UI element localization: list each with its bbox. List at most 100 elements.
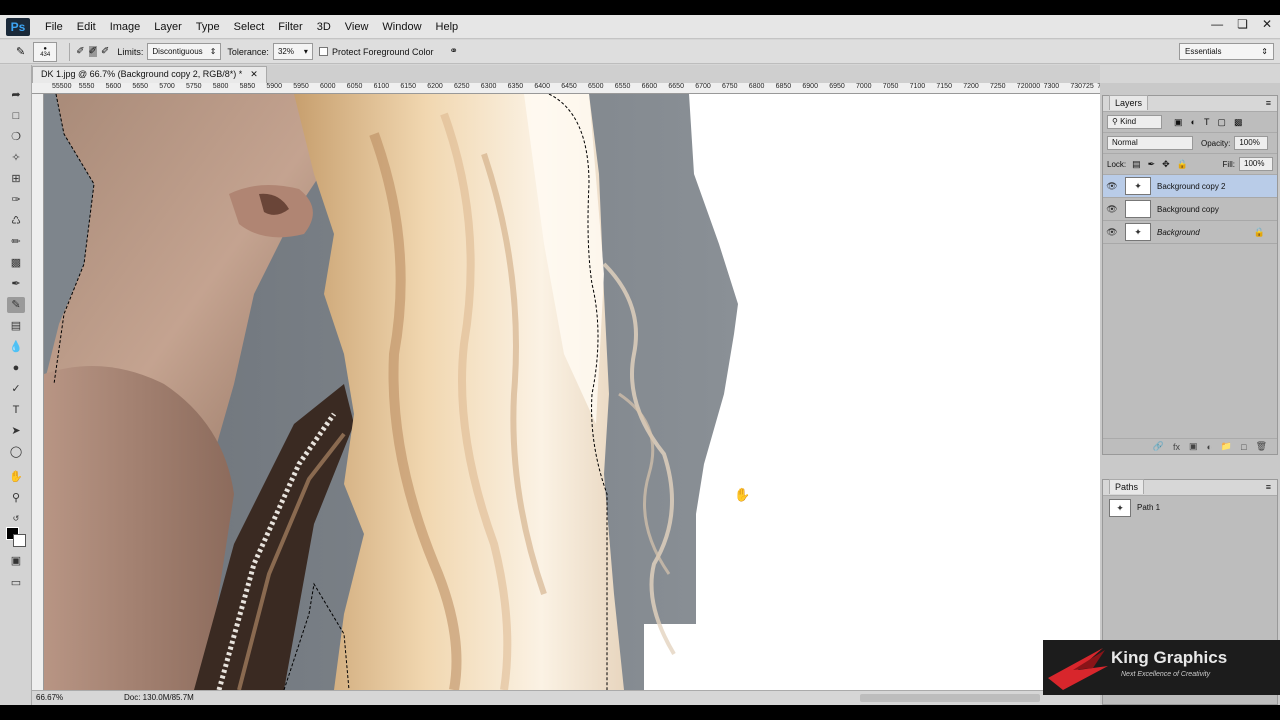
pressure-tablet-icon[interactable]: ⚭ bbox=[450, 46, 458, 57]
pen-tool-icon[interactable]: ✓ bbox=[7, 381, 25, 397]
background-color-swatch[interactable] bbox=[13, 534, 26, 547]
close-tab-icon[interactable]: ✕ bbox=[250, 69, 258, 81]
document-canvas[interactable]: ✋ bbox=[44, 94, 1100, 690]
kind-filter-select[interactable]: ⚲ Kind bbox=[1107, 115, 1162, 129]
blur-tool-icon[interactable]: 💧 bbox=[7, 339, 25, 355]
ruler-tick-label: 6800 bbox=[748, 83, 765, 90]
blend-mode-select[interactable]: Normal bbox=[1107, 136, 1193, 150]
photo-layer bbox=[44, 94, 738, 690]
fx-icon[interactable]: fx bbox=[1173, 442, 1180, 452]
history-brush-tool-icon[interactable]: ✒ bbox=[7, 276, 25, 292]
move-tool-icon[interactable]: ➦ bbox=[7, 87, 25, 103]
eraser-tool-icon[interactable]: ✎ bbox=[7, 297, 25, 313]
menu-select[interactable]: Select bbox=[227, 21, 272, 33]
ruler-tick-label: 5550 bbox=[78, 83, 95, 90]
document-size[interactable]: Doc: 130.0M/85.7M bbox=[124, 693, 194, 702]
type-tool-icon[interactable]: T bbox=[7, 402, 25, 418]
watermark-title: King Graphics bbox=[1111, 648, 1228, 667]
sampling-swatch-icon[interactable]: ✐ bbox=[101, 46, 109, 57]
menu-filter[interactable]: Filter bbox=[271, 21, 309, 33]
zoom-tool-icon[interactable]: ⚲ bbox=[7, 490, 25, 506]
clone-stamp-tool-icon[interactable]: ▩ bbox=[7, 255, 25, 271]
menu-view[interactable]: View bbox=[338, 21, 376, 33]
chevron-updown-icon: ⇕ bbox=[209, 47, 217, 56]
protect-foreground-checkbox[interactable] bbox=[318, 47, 328, 56]
lasso-tool-icon[interactable]: ❍ bbox=[7, 129, 25, 145]
adjustment-layer-icon[interactable]: ◐ bbox=[1206, 442, 1211, 452]
lock-options-icons[interactable]: ▤✒✥🔒 bbox=[1132, 159, 1195, 170]
chevron-down-icon: ▾ bbox=[303, 47, 308, 56]
ruler-tick-label: 55500 bbox=[52, 83, 72, 90]
delete-layer-icon[interactable]: 🗑 bbox=[1256, 441, 1267, 452]
zoom-level[interactable]: 66.67% bbox=[36, 693, 63, 702]
ruler-tick-label: 6600 bbox=[641, 83, 658, 90]
ruler-tick-label: 5650 bbox=[132, 83, 148, 90]
path-selection-tool-icon[interactable]: ➤ bbox=[7, 423, 25, 439]
panel-menu-icon[interactable]: ≡ bbox=[1266, 482, 1271, 492]
ruler-tick-label: 6550 bbox=[614, 83, 631, 90]
tolerance-input[interactable]: 32% ▾ bbox=[272, 43, 313, 60]
visibility-eye-icon[interactable]: 👁 bbox=[1103, 204, 1121, 215]
swap-colors-icon[interactable]: ↺ bbox=[7, 511, 25, 527]
quick-mask-icon[interactable]: ▣ bbox=[7, 553, 25, 569]
hand-tool-icon[interactable]: ✋ bbox=[7, 469, 25, 485]
healing-brush-tool-icon[interactable]: ♺ bbox=[7, 213, 25, 229]
link-layers-icon[interactable]: 🔗 bbox=[1153, 441, 1164, 452]
visibility-eye-icon[interactable]: 👁 bbox=[1103, 181, 1121, 192]
layers-panel-footer: 🔗 fx ▣ ◐ 📁 □ 🗑 bbox=[1103, 438, 1277, 454]
brush-tool-icon[interactable]: ✏ bbox=[7, 234, 25, 250]
ruler-tick-label: 5800 bbox=[212, 83, 229, 90]
ruler-tick-label: 7250 bbox=[990, 83, 1006, 90]
layers-tab[interactable]: Layers bbox=[1109, 95, 1149, 110]
restore-icon[interactable]: ❏ bbox=[1237, 17, 1248, 31]
opacity-input[interactable]: 100% bbox=[1234, 136, 1269, 150]
window-controls: — ❏ ✕ bbox=[1211, 17, 1272, 31]
layer-row[interactable]: 👁 ✦ Background copy 2 bbox=[1103, 175, 1277, 198]
gradient-tool-icon[interactable]: ▤ bbox=[7, 318, 25, 334]
workspace-select[interactable]: Essentials ⇕ bbox=[1179, 43, 1274, 60]
marquee-tool-icon[interactable]: □ bbox=[7, 108, 25, 124]
quick-selection-tool-icon[interactable]: ✧ bbox=[7, 150, 25, 166]
background-eraser-icon[interactable]: ✎ bbox=[16, 45, 25, 58]
horizontal-ruler: 55500 5550 5600 5650 5700 5750 5800 5850 5900 595… bbox=[32, 83, 1100, 94]
dodge-tool-icon[interactable]: ● bbox=[7, 360, 25, 376]
screen-mode-icon[interactable]: ▭ bbox=[7, 575, 25, 591]
new-layer-icon[interactable]: □ bbox=[1241, 442, 1246, 452]
brush-preset-picker[interactable]: ● 434 bbox=[33, 41, 58, 62]
ruler-tick-label: 7200 bbox=[963, 83, 979, 90]
limits-label: Limits: bbox=[117, 46, 144, 57]
add-mask-icon[interactable]: ▣ bbox=[1189, 441, 1198, 452]
king-graphics-watermark: King Graphics Next Excellence of Creativ… bbox=[1043, 640, 1280, 695]
layer-row[interactable]: 👁 ✦ Background 🔒 bbox=[1103, 221, 1277, 244]
menu-type[interactable]: Type bbox=[189, 21, 227, 33]
menu-window[interactable]: Window bbox=[375, 21, 428, 33]
crop-tool-icon[interactable]: ⊞ bbox=[7, 171, 25, 187]
menu-edit[interactable]: Edit bbox=[70, 21, 103, 33]
path-name: Path 1 bbox=[1137, 503, 1161, 512]
ruler-tick-label: 730725 bbox=[1070, 83, 1094, 90]
filter-type-icons[interactable]: ▣◐T▢▩ bbox=[1174, 117, 1250, 128]
panel-menu-icon[interactable]: ≡ bbox=[1266, 98, 1271, 108]
ellipse-tool-icon[interactable]: ◯ bbox=[7, 444, 25, 460]
new-group-icon[interactable]: 📁 bbox=[1221, 441, 1232, 452]
menu-3d[interactable]: 3D bbox=[310, 21, 338, 33]
visibility-eye-icon[interactable]: 👁 bbox=[1103, 227, 1121, 238]
fill-input[interactable]: 100% bbox=[1239, 157, 1273, 171]
minimize-icon[interactable]: — bbox=[1211, 17, 1223, 31]
sampling-continuous-icon[interactable]: ✐ bbox=[76, 46, 84, 57]
limits-select[interactable]: Discontiguous ⇕ bbox=[147, 43, 222, 60]
sampling-once-icon[interactable]: ✐ bbox=[88, 46, 97, 57]
horizontal-scrollbar[interactable] bbox=[860, 694, 1040, 702]
eyedropper-tool-icon[interactable]: ✑ bbox=[7, 192, 25, 208]
menu-image[interactable]: Image bbox=[103, 21, 148, 33]
layer-row[interactable]: 👁 Background copy bbox=[1103, 198, 1277, 221]
document-tab[interactable]: DK 1.jpg @ 66.7% (Background copy 2, RGB… bbox=[32, 66, 267, 83]
menu-file[interactable]: File bbox=[38, 21, 70, 33]
vertical-ruler bbox=[32, 94, 44, 690]
paths-tab[interactable]: Paths bbox=[1109, 479, 1145, 494]
menu-layer[interactable]: Layer bbox=[147, 21, 189, 33]
blend-mode-value: Normal bbox=[1112, 138, 1138, 147]
menu-help[interactable]: Help bbox=[429, 21, 466, 33]
path-row[interactable]: ✦ Path 1 bbox=[1103, 496, 1277, 519]
close-icon[interactable]: ✕ bbox=[1262, 17, 1272, 31]
